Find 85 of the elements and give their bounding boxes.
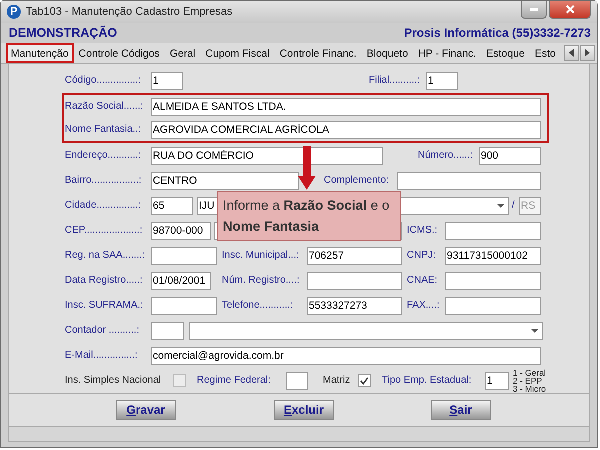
tab[interactable]: Esto — [530, 43, 562, 63]
field-label: Tipo Emp. Estadual: — [382, 375, 473, 386]
field-label: Nome Fantasia..: — [65, 124, 142, 135]
minimize-icon — [530, 8, 538, 11]
action-button[interactable]: Gravar — [116, 400, 176, 420]
field-label: Cidade...............: — [65, 200, 142, 211]
field-label: CNAE: — [407, 275, 439, 286]
down-arrow — [298, 146, 316, 190]
field-label: Regime Federal: — [197, 375, 272, 386]
app-logo: P — [7, 5, 21, 19]
text-field[interactable]: 1 — [485, 372, 509, 390]
text-field[interactable] — [445, 222, 541, 240]
tab[interactable]: Geral — [164, 43, 201, 63]
text-field[interactable]: 900 — [479, 146, 541, 164]
text-field[interactable] — [286, 372, 308, 390]
caret-icon — [531, 328, 539, 332]
text-field[interactable]: 1 — [426, 72, 458, 90]
legend-text: 1 - Geral — [513, 368, 548, 376]
scroll-right-button[interactable] — [580, 45, 595, 61]
hint-tooltip: Informe a Razão Social e o Nome Fantasia — [217, 191, 401, 241]
field-label: Bairro.................: — [65, 175, 143, 186]
action-button[interactable]: Excluir — [274, 400, 334, 420]
text-field[interactable] — [151, 296, 217, 314]
text-field[interactable]: 5533327273 — [307, 296, 402, 314]
text-field[interactable] — [445, 272, 541, 290]
field-label: CEP....................: — [65, 225, 144, 236]
field-label: Telefone...........: — [222, 300, 294, 311]
text-field[interactable]: comercial@agrovida.com.br — [151, 346, 541, 364]
tab[interactable]: Cupom Fiscal — [200, 43, 275, 63]
text-field[interactable] — [445, 296, 541, 314]
field-label: E-Mail...............: — [65, 350, 139, 361]
text-field[interactable] — [151, 246, 217, 264]
field-label: / — [512, 200, 516, 211]
text-field[interactable]: ALMEIDA E SANTOS LTDA. — [151, 98, 541, 116]
text-field[interactable]: 65 — [151, 196, 193, 214]
legend-text: 2 - EPP — [513, 376, 542, 384]
field-label: Razão Social......: — [65, 101, 144, 112]
field-label: Insc. Municipal...: — [222, 250, 300, 261]
field-label: Código...............: — [65, 75, 142, 86]
dropdown[interactable] — [189, 322, 543, 340]
window-title: Tab103 - Manutenção Cadastro Empresas — [26, 6, 233, 18]
text-field[interactable]: AGROVIDA COMERCIAL AGRÍCOLA — [151, 120, 541, 138]
minimize-button[interactable] — [521, 1, 547, 19]
text-field[interactable] — [151, 322, 184, 340]
left-triangle-icon — [569, 49, 574, 57]
vendor-contact: Prosis Informática (55)3332-7273 — [404, 26, 591, 40]
tab[interactable]: HP - Financ. — [413, 43, 482, 63]
company-name: DEMONSTRAÇÃO — [9, 26, 118, 40]
tab[interactable]: Bloqueto — [362, 43, 414, 63]
caret-icon — [497, 204, 505, 208]
text-field[interactable]: 98700-000 — [151, 222, 211, 240]
field-label: Contador ..........: — [65, 325, 140, 336]
text-field[interactable]: CENTRO — [151, 172, 299, 190]
field-label: Núm. Registro....: — [222, 275, 301, 286]
field-label: Número......: — [418, 150, 474, 161]
tab[interactable]: Estoque — [481, 43, 530, 63]
scroll-left-button[interactable] — [564, 45, 579, 61]
text-field[interactable] — [397, 172, 541, 190]
field-label: Complemento: — [324, 175, 390, 186]
text-field[interactable] — [307, 272, 402, 290]
legend-text: 3 - Micro — [513, 384, 548, 392]
checkbox[interactable] — [358, 374, 371, 387]
field-label: Matriz — [323, 375, 352, 386]
right-triangle-icon — [585, 49, 590, 57]
tab[interactable]: Controle Códigos — [74, 43, 165, 63]
text-field[interactable]: 706257 — [307, 246, 402, 264]
field-label: ICMS.: — [407, 225, 439, 236]
action-button[interactable]: Sair — [431, 400, 491, 420]
text-field[interactable]: 01/08/2001 — [151, 272, 211, 290]
tab[interactable]: Manutenção — [6, 43, 74, 63]
checkbox[interactable] — [173, 374, 186, 387]
close-icon — [566, 5, 574, 14]
field-label: Reg. na SAA.......: — [65, 250, 146, 261]
text-field[interactable]: RUA DO COMÉRCIO — [151, 146, 383, 164]
field-label: FAX....: — [407, 300, 441, 311]
text-field[interactable]: 1 — [151, 72, 183, 90]
close-button[interactable] — [549, 1, 591, 19]
field-label: CNPJ: — [407, 250, 437, 261]
field-label: Filial..........: — [369, 75, 422, 86]
field-label: Ins. Simples Nacional — [65, 375, 162, 386]
text-field[interactable]: 93117315000102 — [445, 246, 541, 264]
field-label: Data Registro.....: — [65, 275, 144, 286]
field-label: Insc. SUFRAMA.: — [65, 300, 144, 311]
tab[interactable]: Controle Financ. — [274, 43, 362, 63]
field-label: Endereço...........: — [65, 150, 142, 161]
